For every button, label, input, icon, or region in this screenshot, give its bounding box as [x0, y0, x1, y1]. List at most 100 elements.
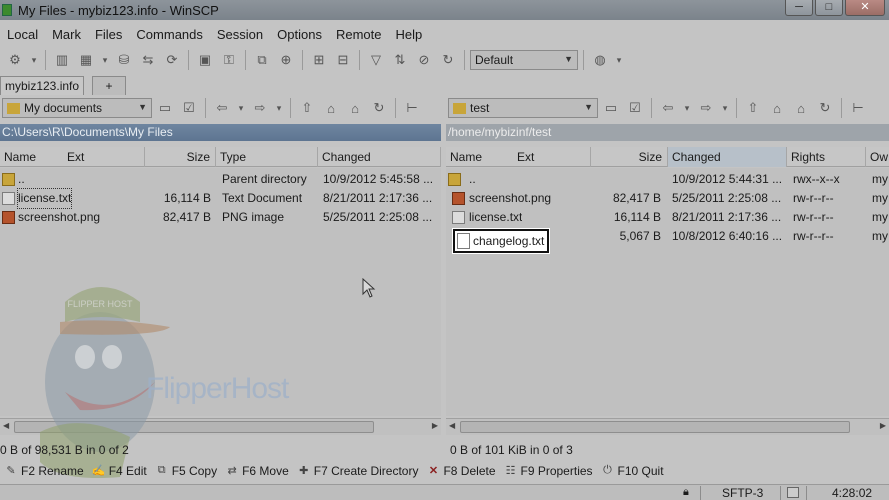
tab-mybiz123[interactable]: mybiz123.info — [0, 76, 85, 95]
sort-icon[interactable]: ⇅ — [389, 49, 411, 71]
move-button[interactable]: ⇄ F6 Move — [225, 464, 289, 478]
table-row[interactable]: .. Parent directory 10/9/2012 5:45:58 ..… — [0, 170, 441, 189]
table-row[interactable]: screenshot.png 82,417 B 5/25/2011 2:25:0… — [446, 189, 889, 208]
table-row[interactable]: license.txt 16,114 B 8/21/2011 2:17:36 .… — [446, 208, 889, 227]
tree-view-icon[interactable]: ⊢ — [847, 97, 869, 119]
filter-icon[interactable]: ▽ — [365, 49, 387, 71]
highlighted-file-changelog[interactable]: changelog.txt — [453, 229, 549, 253]
compare-icon[interactable]: ▥ — [51, 49, 73, 71]
close-button[interactable]: ✕ — [845, 0, 885, 16]
file-name: .. — [18, 172, 25, 186]
create-directory-button[interactable]: ✚ F7 Create Directory — [297, 464, 418, 478]
menu-bar: Local Mark Files Commands Session Option… — [0, 24, 889, 44]
unselect-files-icon[interactable]: ⊟ — [332, 49, 354, 71]
edit-button[interactable]: ✍ F4 Edit — [92, 464, 147, 478]
remote-horizontal-scrollbar[interactable]: ◀ ▶ — [446, 418, 889, 435]
filter-icon[interactable]: ☑ — [178, 97, 200, 119]
column-changed[interactable]: Changed — [318, 147, 441, 167]
column-type[interactable]: Type — [216, 147, 318, 167]
chevron-down-icon[interactable]: ▾ — [681, 97, 693, 119]
menu-help[interactable]: Help — [388, 27, 429, 42]
home-icon[interactable]: ⌂ — [790, 97, 812, 119]
refresh-icon[interactable]: ↻ — [437, 49, 459, 71]
maximize-button[interactable]: □ — [815, 0, 843, 16]
menu-local[interactable]: Local — [0, 27, 45, 42]
menu-files[interactable]: Files — [88, 27, 129, 42]
menu-options[interactable]: Options — [270, 27, 329, 42]
scroll-right-icon[interactable]: ▶ — [432, 421, 438, 430]
binoculars-icon[interactable]: ⊕ — [275, 49, 297, 71]
chevron-down-icon[interactable]: ▾ — [99, 49, 111, 71]
table-row[interactable]: license.txt 16,114 B Text Document 8/21/… — [0, 188, 441, 209]
file-name: license.txt — [469, 210, 523, 224]
scrollbar-thumb[interactable] — [460, 421, 850, 433]
properties-button[interactable]: ☷ F9 Properties — [504, 464, 593, 478]
filter-icon[interactable]: ☑ — [624, 97, 646, 119]
column-size[interactable]: Size — [591, 147, 668, 167]
forward-arrow-icon[interactable]: ⇨ — [249, 97, 271, 119]
scroll-right-icon[interactable]: ▶ — [880, 421, 886, 430]
table-row[interactable]: .. 10/9/2012 5:44:31 ... rwx--x--x my — [446, 170, 889, 189]
chevron-down-icon[interactable]: ▾ — [719, 97, 731, 119]
scroll-left-icon[interactable]: ◀ — [449, 421, 455, 430]
refresh-icon[interactable]: ↻ — [368, 97, 390, 119]
scroll-left-icon[interactable]: ◀ — [3, 421, 9, 430]
parent-directory-icon[interactable]: ⇧ — [296, 97, 318, 119]
home-icon[interactable]: ⌂ — [344, 97, 366, 119]
menu-session[interactable]: Session — [210, 27, 270, 42]
rename-button[interactable]: ✎ F2 Rename — [4, 464, 83, 478]
queue-icon[interactable]: ⧉ — [251, 49, 273, 71]
synchronize-browse-icon[interactable]: ▦ — [75, 49, 97, 71]
move-label: F6 Move — [242, 464, 289, 478]
menu-commands[interactable]: Commands — [129, 27, 209, 42]
menu-mark[interactable]: Mark — [45, 27, 88, 42]
preferences-gear-icon[interactable]: ⚙ — [4, 49, 26, 71]
chevron-down-icon[interactable]: ▾ — [613, 49, 625, 71]
synchronize-icon[interactable]: ⟳ — [161, 49, 183, 71]
column-ext[interactable]: Ext — [513, 147, 591, 167]
table-row[interactable]: screenshot.png 82,417 B PNG image 5/25/2… — [0, 208, 441, 227]
remote-location-combo[interactable]: test ▼ — [448, 98, 598, 118]
local-panel-toolbar: My documents ▼ ▭ ☑ ⇦ ▾ ⇨ ▾ ⇧ ⌂ ⌂ ↻ ⊢ — [0, 96, 441, 120]
menu-remote[interactable]: Remote — [329, 27, 389, 42]
column-changed[interactable]: Changed — [668, 147, 787, 167]
hidden-files-icon[interactable]: ⊘ — [413, 49, 435, 71]
image-file-icon — [452, 192, 465, 205]
console-icon[interactable]: ⛁ — [113, 49, 135, 71]
remote-path-bar[interactable]: /home/mybizinf/test — [446, 124, 889, 141]
back-arrow-icon[interactable]: ⇦ — [211, 97, 233, 119]
root-directory-icon[interactable]: ⌂ — [766, 97, 788, 119]
copy-button[interactable]: ⧉ F5 Copy — [155, 464, 217, 478]
column-ext[interactable]: Ext — [63, 147, 145, 167]
delete-button[interactable]: ✕ F8 Delete — [426, 464, 496, 478]
file-size — [145, 170, 211, 189]
root-directory-icon[interactable]: ⌂ — [320, 97, 342, 119]
local-location-combo[interactable]: My documents ▼ — [2, 98, 152, 118]
remote-file-list[interactable]: .. 10/9/2012 5:44:31 ... rwx--x--x my sc… — [446, 168, 889, 416]
parent-directory-icon[interactable]: ⇧ — [742, 97, 764, 119]
minimize-button[interactable]: ─ — [785, 0, 813, 16]
chevron-down-icon[interactable]: ▾ — [28, 49, 40, 71]
transfer-settings-combo[interactable]: Default ▼ — [470, 50, 578, 70]
new-session-tab[interactable]: + — [92, 76, 127, 95]
chevron-down-icon[interactable]: ▾ — [273, 97, 285, 119]
open-terminal-icon[interactable]: ▣ — [194, 49, 216, 71]
select-files-icon[interactable]: ⊞ — [308, 49, 330, 71]
title-bar[interactable]: My Files - mybiz123.info - WinSCP ─ □ ✕ — [0, 0, 889, 20]
putty-icon[interactable]: ⚿ — [218, 49, 240, 71]
column-size[interactable]: Size — [145, 147, 216, 167]
open-folder-icon[interactable]: ▭ — [600, 97, 622, 119]
local-path-bar[interactable]: C:\Users\R\Documents\My Files — [0, 124, 441, 141]
open-folder-icon[interactable]: ▭ — [154, 97, 176, 119]
chevron-down-icon[interactable]: ▾ — [235, 97, 247, 119]
quit-button[interactable]: ⏻ F10 Quit — [601, 464, 663, 478]
refresh-icon[interactable]: ↻ — [814, 97, 836, 119]
column-owner[interactable]: Ow — [866, 147, 889, 167]
globe-icon[interactable]: ◍ — [589, 49, 611, 71]
back-arrow-icon[interactable]: ⇦ — [657, 97, 679, 119]
column-rights[interactable]: Rights — [787, 147, 866, 167]
tree-view-icon[interactable]: ⊢ — [401, 97, 423, 119]
properties-icon: ☷ — [505, 465, 516, 477]
keep-up-to-date-icon[interactable]: ⇆ — [137, 49, 159, 71]
forward-arrow-icon[interactable]: ⇨ — [695, 97, 717, 119]
